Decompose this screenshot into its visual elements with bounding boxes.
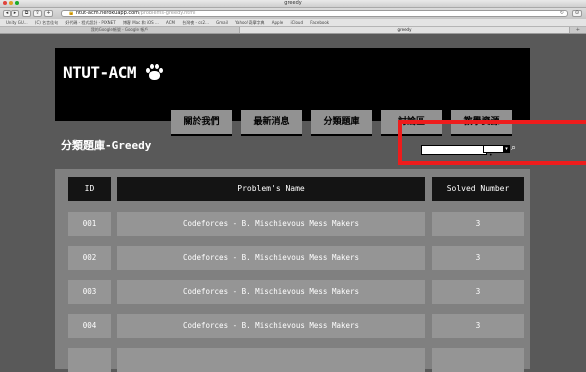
forward-button[interactable]: ▸ (11, 10, 19, 17)
bookmark-item[interactable]: 博客 Mac 和 iOS ... (123, 20, 159, 25)
header-id: ID (68, 177, 111, 201)
problem-link[interactable]: Codeforces - B. Mischievous Mess Makers (117, 212, 425, 236)
header-problem-name: Problem's Name (117, 177, 425, 201)
lock-icon: 🔒 (68, 10, 75, 16)
nav-problems[interactable]: 分類題庫 (311, 110, 372, 136)
url-path: /problems-greedy.html (139, 10, 196, 16)
row-id: 003 (68, 280, 111, 304)
bookmark-item[interactable]: 台灣夜 - cs2... (182, 20, 209, 25)
problem-link[interactable] (117, 348, 425, 372)
tab-google-account[interactable]: 我的Google帳號 - Google 帳戶 (0, 27, 240, 33)
bookmarks-bar: Unity GU... (C) 名言佳句 好代碼 - 程式設計 - PIXNET… (0, 19, 586, 27)
row-solved (432, 348, 524, 372)
downloads-icon[interactable]: ⊙ (572, 10, 582, 17)
bookmark-item[interactable]: Unity GU... (6, 20, 28, 25)
bookmark-item[interactable]: iCloud (290, 20, 303, 25)
browser-toolbar: ◂ ▸ ⧉ ⇪ + 🔒 ntut-acm.herokuapp.com/probl… (0, 8, 586, 19)
site-header: NTUT-ACM 關於我們 最新消息 分類題庫 討論區 教學資源 (55, 48, 530, 136)
window-title: greedy (284, 0, 302, 6)
tab-strip: 我的Google帳號 - Google 帳戶 greedy + (0, 27, 586, 34)
row-solved: 3 (432, 246, 524, 270)
back-button[interactable]: ◂ (3, 10, 11, 17)
site-logo[interactable]: NTUT-ACM (63, 63, 137, 82)
row-solved: 3 (432, 280, 524, 304)
problem-link[interactable]: Codeforces - B. Mischievous Mess Makers (117, 280, 425, 304)
bookmark-item[interactable]: ACM (166, 20, 175, 25)
add-tab-button[interactable]: + (44, 10, 53, 17)
bookmark-item[interactable]: Gmail (216, 20, 228, 25)
problems-table: ID Problem's Name Solved Number 001 Code… (55, 169, 530, 372)
bookmark-item[interactable]: 好代碼 - 程式設計 - PIXNET (65, 20, 115, 25)
url-host: ntut-acm.herokuapp.com (75, 10, 140, 16)
page-title: 分類題庫-Greedy (61, 139, 152, 152)
row-id (68, 348, 111, 372)
row-solved: 3 (432, 212, 524, 236)
sidebar-icon[interactable]: ⧉ (22, 10, 31, 17)
bookmark-item[interactable]: Apple (272, 20, 283, 25)
address-bar[interactable]: 🔒 ntut-acm.herokuapp.com/problems-greedy… (61, 10, 568, 17)
header-solved-number: Solved Number (432, 177, 524, 201)
problem-link[interactable]: Codeforces - B. Mischievous Mess Makers (117, 314, 425, 338)
share-icon[interactable]: ⇪ (33, 10, 42, 17)
nav-news[interactable]: 最新消息 (241, 110, 302, 136)
tab-greedy[interactable]: greedy (240, 27, 570, 33)
bookmark-item[interactable]: (C) 名言佳句 (35, 20, 58, 25)
web-page: NTUT-ACM 關於我們 最新消息 分類題庫 討論區 教學資源 分類題庫-Gr… (0, 34, 586, 372)
row-id: 004 (68, 314, 111, 338)
window-titlebar: greedy (0, 0, 586, 8)
row-solved: 3 (432, 314, 524, 338)
search-highlight-box (398, 120, 586, 165)
reload-icon[interactable]: ↻ (560, 11, 564, 16)
bookmark-item[interactable]: Yahoo!奇摩字典 (235, 20, 264, 25)
problem-link[interactable]: Codeforces - B. Mischievous Mess Makers (117, 246, 425, 270)
new-tab-icon[interactable]: + (576, 27, 580, 33)
row-id: 001 (68, 212, 111, 236)
bookmark-item[interactable]: Facebook (310, 20, 329, 25)
row-id: 002 (68, 246, 111, 270)
nav-about[interactable]: 關於我們 (171, 110, 232, 136)
paw-icon (145, 64, 163, 80)
